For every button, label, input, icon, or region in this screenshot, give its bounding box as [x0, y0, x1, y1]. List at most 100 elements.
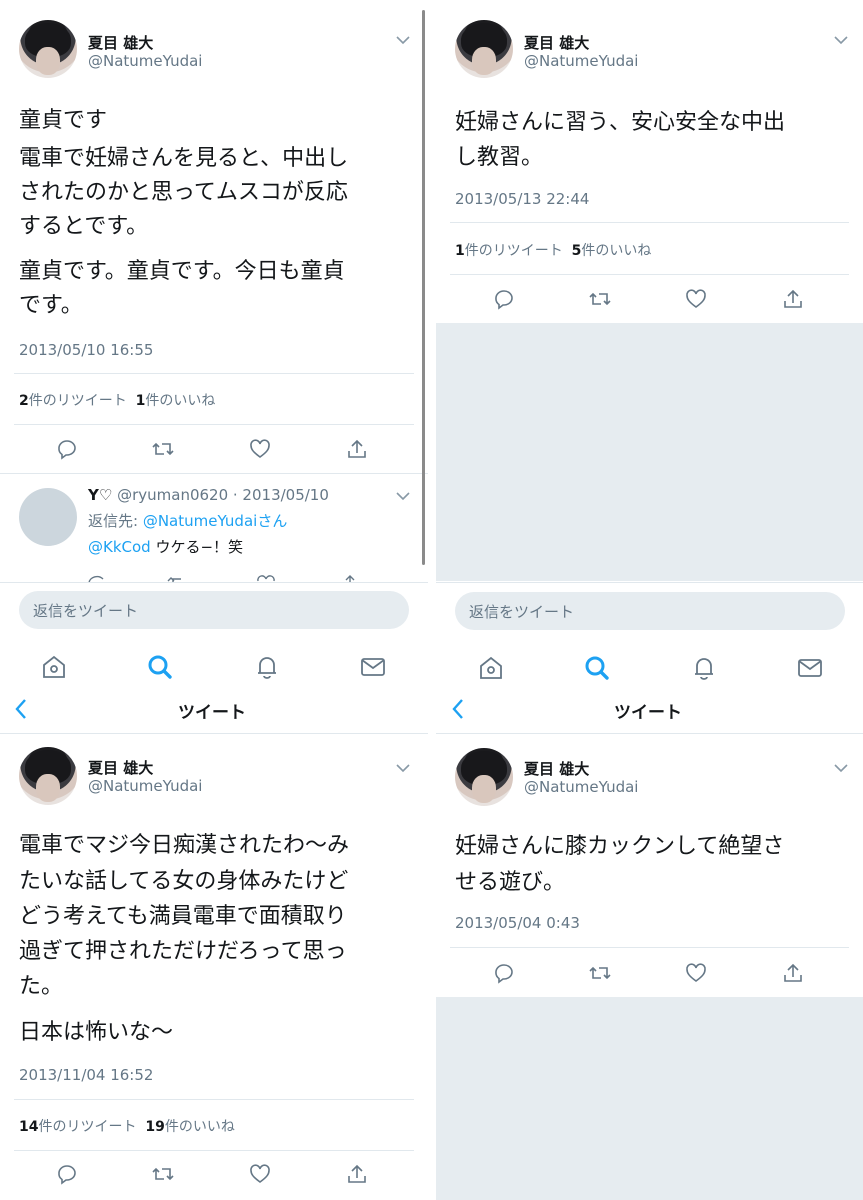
user-name[interactable]: 夏目 雄大: [524, 758, 589, 779]
retweet-icon[interactable]: [149, 435, 177, 463]
reply-icon[interactable]: [53, 435, 81, 463]
like-label[interactable]: 件のいいね: [165, 1119, 235, 1135]
user-handle[interactable]: @NatumeYudai: [88, 777, 202, 795]
retweet-label[interactable]: 件のリツイート: [465, 243, 563, 259]
like-label[interactable]: 件のいいね: [145, 393, 215, 409]
reply-header: Y♡ @ryuman0620 · 2013/05/10: [88, 486, 329, 504]
tweet-text-line: せる遊び。: [455, 870, 566, 895]
tweet-text-line: されたのかと思ってムスコが反応: [19, 180, 348, 205]
retweet-icon[interactable]: [149, 1160, 177, 1188]
like-label[interactable]: 件のいいね: [581, 243, 651, 259]
reply-mention[interactable]: @KkCod: [88, 538, 151, 556]
user-name[interactable]: 夏目 雄大: [88, 32, 153, 53]
reply-input[interactable]: 返信をツイート: [455, 592, 845, 630]
reply-to-link[interactable]: @NatumeYudai: [143, 512, 257, 530]
chevron-down-icon[interactable]: [396, 34, 410, 49]
like-count[interactable]: 5: [572, 243, 582, 259]
reply-icon[interactable]: [490, 285, 518, 313]
tweet-text-line: 電車で妊婦さんを見ると、中出し: [19, 146, 349, 171]
reply-actions-cut: [80, 568, 380, 582]
reply-icon[interactable]: [490, 959, 518, 987]
reply-placeholder: 返信をツイート: [469, 603, 575, 621]
user-handle[interactable]: @NatumeYudai: [524, 778, 638, 796]
chevron-down-icon[interactable]: [834, 762, 848, 777]
reply-to: 返信先: @NatumeYudaiさん: [88, 510, 287, 531]
heart-icon[interactable]: [682, 959, 710, 987]
heart-icon[interactable]: [682, 285, 710, 313]
bell-icon[interactable]: [689, 653, 719, 683]
user-name[interactable]: 夏目 雄大: [88, 757, 153, 778]
reply-user-name[interactable]: Y♡: [88, 486, 112, 504]
retweet-count[interactable]: 14: [19, 1119, 38, 1135]
tweet-text-line: です。: [19, 293, 83, 318]
back-icon[interactable]: [449, 696, 469, 724]
search-icon[interactable]: [145, 652, 175, 682]
search-icon[interactable]: [582, 653, 612, 683]
reply-to-prefix: 返信先:: [88, 512, 143, 530]
retweet-icon[interactable]: [586, 959, 614, 987]
reply-avatar[interactable]: [19, 488, 77, 546]
home-icon[interactable]: [476, 653, 506, 683]
tweet-text-line: 日本は怖いな〜: [19, 1020, 174, 1045]
tweet-panel-4: 夏目 雄大 @NatumeYudai 妊婦さんに膝カックンして絶望さ せる遊び。…: [436, 740, 863, 1200]
share-icon[interactable]: [343, 435, 371, 463]
retweet-label[interactable]: 件のリツイート: [38, 1119, 136, 1135]
user-handle[interactable]: @NatumeYudai: [88, 52, 202, 70]
reply-body: @KkCod ウケる−！笑: [88, 536, 243, 557]
heart-icon[interactable]: [246, 435, 274, 463]
page-title: ツイート: [614, 703, 682, 723]
bell-icon[interactable]: [252, 652, 282, 682]
tweet-text-line: し教習。: [455, 145, 544, 170]
timestamp[interactable]: 2013/11/04 16:52: [19, 1066, 153, 1084]
mail-icon[interactable]: [795, 653, 825, 683]
home-icon[interactable]: [39, 652, 69, 682]
divider: [450, 222, 849, 223]
divider: [0, 582, 428, 583]
tweet-text-line: 妊婦さんに習う、安心安全な中出: [455, 110, 786, 135]
share-icon[interactable]: [343, 1160, 371, 1188]
chevron-down-icon[interactable]: [834, 34, 848, 49]
divider: [14, 424, 414, 425]
mail-icon[interactable]: [358, 652, 388, 682]
tweet-text-line: 電車でマジ今日痴漢されたわ〜み: [19, 833, 350, 858]
like-count[interactable]: 19: [145, 1119, 164, 1135]
scrollbar[interactable]: [422, 10, 425, 565]
timestamp[interactable]: 2013/05/13 22:44: [455, 190, 589, 208]
avatar-face: [472, 47, 496, 75]
reply-input[interactable]: 返信をツイート: [19, 591, 409, 629]
divider: [14, 1099, 414, 1100]
reply-icon[interactable]: [53, 1160, 81, 1188]
tweet-text-line: 妊婦さんに膝カックンして絶望さ: [455, 834, 785, 859]
timestamp[interactable]: 2013/05/04 0:43: [455, 914, 580, 932]
chevron-down-icon[interactable]: [396, 762, 410, 777]
tweet-stats: 1件のリツイート 5件のいいね: [455, 240, 651, 260]
share-icon[interactable]: [779, 285, 807, 313]
divider: [436, 582, 863, 583]
avatar-face: [36, 774, 60, 802]
share-icon[interactable]: [779, 959, 807, 987]
avatar[interactable]: [19, 20, 77, 78]
retweet-label[interactable]: 件のリツイート: [29, 393, 127, 409]
avatar[interactable]: [455, 20, 513, 78]
heart-icon[interactable]: [246, 1160, 274, 1188]
retweet-icon[interactable]: [586, 285, 614, 313]
like-count[interactable]: 1: [136, 393, 146, 409]
retweet-count[interactable]: 2: [19, 393, 29, 409]
back-icon[interactable]: [12, 696, 32, 724]
timestamp[interactable]: 2013/05/10 16:55: [19, 341, 153, 359]
retweet-count[interactable]: 1: [455, 243, 465, 259]
user-name[interactable]: 夏目 雄大: [524, 32, 589, 53]
tweet-panel-1: 夏目 雄大 @NatumeYudai 童貞です 電車で妊婦さんを見ると、中出し …: [0, 0, 428, 740]
avatar[interactable]: [455, 748, 513, 806]
divider: [450, 274, 849, 275]
user-handle[interactable]: @NatumeYudai: [524, 52, 638, 70]
divider: [14, 373, 414, 374]
chevron-down-icon[interactable]: [396, 490, 410, 505]
tweet-text-line: 童貞です: [19, 108, 108, 133]
avatar[interactable]: [19, 747, 77, 805]
divider: [0, 733, 428, 734]
tweet-text-line: どう考えても満員電車で面積取り: [19, 904, 347, 929]
reply-meta[interactable]: @ryuman0620 · 2013/05/10: [117, 486, 329, 504]
avatar-face: [472, 775, 496, 803]
tweet-text-line: た。: [19, 974, 64, 999]
